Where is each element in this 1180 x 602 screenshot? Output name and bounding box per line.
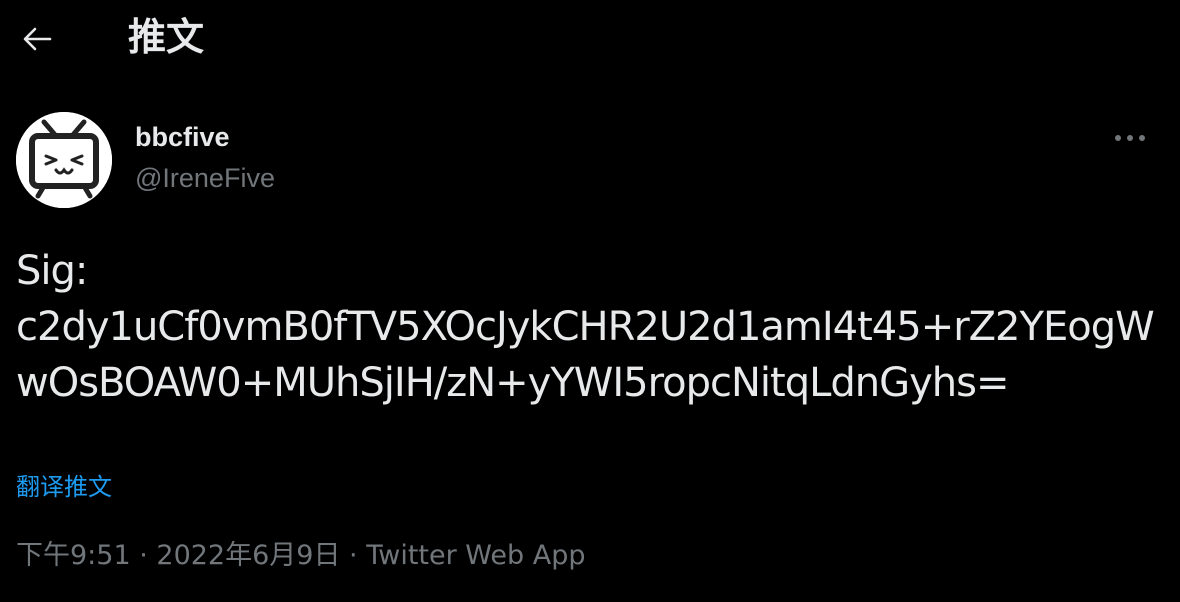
avatar[interactable]: [16, 112, 112, 208]
arrow-left-icon: [23, 27, 52, 51]
page-title: 推文: [128, 15, 205, 59]
bilibili-tv-mascot: [16, 112, 112, 208]
meta-separator: ·: [340, 540, 367, 571]
tweet-text: Sig: c2dy1uCf0vmB0fTV5XOcJykCHR2U2d1amI4…: [16, 248, 1155, 406]
tweet-source[interactable]: Twitter Web App: [366, 540, 585, 571]
tweet-date[interactable]: 2022年6月9日: [156, 540, 340, 571]
author-display-name[interactable]: bbcfive: [135, 120, 230, 154]
back-button[interactable]: [14, 16, 60, 62]
tweet-metadata: 下午9:51 · 2022年6月9日 · Twitter Web App: [16, 538, 586, 574]
more-horizontal-icon: [1115, 135, 1145, 141]
more-button[interactable]: [1108, 120, 1152, 156]
meta-separator: ·: [130, 540, 157, 571]
author-handle[interactable]: @IreneFive: [135, 161, 275, 195]
translate-tweet-link[interactable]: 翻译推文: [16, 470, 112, 504]
tweet-time[interactable]: 下午9:51: [16, 540, 131, 571]
top-bar: 推文: [0, 0, 1180, 78]
